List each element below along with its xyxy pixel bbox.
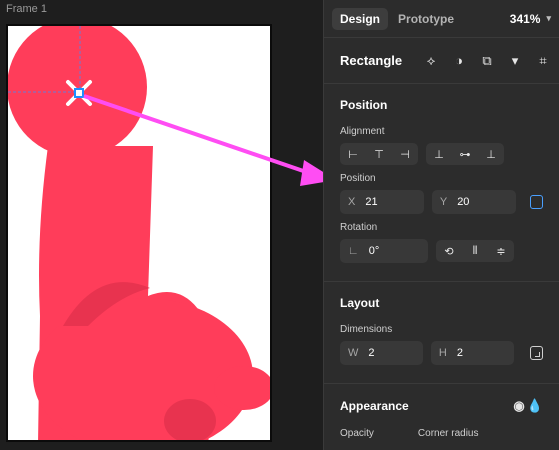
- tab-prototype[interactable]: Prototype: [390, 8, 462, 30]
- rotate-icon[interactable]: ⟲: [436, 240, 462, 262]
- layout-section: Layout Dimensions W 2 H 2: [324, 282, 559, 384]
- angle-icon: ∟: [348, 245, 359, 257]
- rotation-value: 0°: [368, 245, 380, 257]
- zoom-menu[interactable]: 341% ▾: [510, 12, 551, 26]
- frame-1[interactable]: [6, 24, 272, 442]
- component-icon[interactable]: ⟡: [423, 53, 439, 69]
- tail-shape: [214, 366, 270, 410]
- canvas[interactable]: Frame 1: [0, 0, 323, 450]
- layer-header: Rectangle ⟡ ◑ ⧉ ▾ ⌗: [324, 38, 559, 84]
- corner-radius-label: Corner radius: [417, 428, 479, 439]
- rotation-label: Rotation: [340, 222, 378, 233]
- mask-icon[interactable]: ◑: [451, 53, 467, 69]
- position-label: Position: [340, 173, 376, 184]
- rotation-row: ∟ 0° ⟲ ⫴ ≑: [340, 239, 543, 263]
- frame-label[interactable]: Frame 1: [6, 3, 47, 15]
- boolean-icon[interactable]: ⧉: [479, 53, 495, 69]
- w-value: 2: [368, 347, 375, 359]
- transform-group: ⟲ ⫴ ≑: [436, 240, 514, 262]
- y-field[interactable]: Y 20: [431, 190, 516, 214]
- alignment-row: ⊢ ⊤ ⊣ ⊥ ⊶ ⊥: [340, 143, 543, 165]
- tab-design[interactable]: Design: [332, 7, 389, 30]
- design-panel: Design Prototype 341% ▾ Rectangle ⟡ ◑ ⧉ …: [323, 0, 559, 450]
- resize-icon[interactable]: [529, 346, 543, 360]
- eye-icon[interactable]: ◉: [511, 398, 527, 414]
- x-field[interactable]: X 21: [340, 190, 424, 214]
- selected-rectangle: [74, 88, 84, 98]
- foot-shape: [164, 399, 216, 440]
- chevron-down-icon: ▾: [546, 13, 551, 23]
- x-label: X: [348, 196, 356, 208]
- chevron-down-icon[interactable]: ▾: [507, 53, 523, 69]
- position-row: X 21 Y 20: [340, 190, 543, 214]
- appearance-header: Appearance ◉ 💧: [340, 398, 543, 414]
- rotation-field[interactable]: ∟ 0°: [340, 239, 428, 263]
- appearance-section: Appearance ◉ 💧 Opacity Corner radius: [324, 384, 559, 450]
- drop-icon[interactable]: 💧: [527, 398, 543, 414]
- layer-tools: ⟡ ◑ ⧉ ▾ ⌗: [423, 53, 551, 69]
- panel-tabs: Design Prototype 341% ▾: [324, 0, 559, 38]
- appearance-labels-row: Opacity Corner radius: [340, 428, 543, 445]
- constraints-icon[interactable]: [529, 195, 543, 209]
- alignment-label: Alignment: [340, 126, 385, 137]
- flip-horizontal-icon[interactable]: ⫴: [462, 240, 488, 262]
- align-top-icon[interactable]: ⊥: [426, 143, 452, 165]
- width-field[interactable]: W 2: [340, 341, 423, 365]
- align-middle-v-icon[interactable]: ⊶: [452, 143, 478, 165]
- vertical-align-group: ⊥ ⊶ ⊥: [426, 143, 504, 165]
- h-label: H: [438, 347, 447, 359]
- horizontal-align-group: ⊢ ⊤ ⊣: [340, 143, 418, 165]
- align-right-icon[interactable]: ⊣: [392, 143, 418, 165]
- y-label: Y: [439, 196, 448, 208]
- w-label: W: [348, 347, 359, 359]
- position-title: Position: [340, 98, 388, 112]
- layer-name[interactable]: Rectangle: [340, 53, 402, 68]
- flip-vertical-icon[interactable]: ≑: [488, 240, 514, 262]
- height-field[interactable]: H 2: [430, 341, 514, 365]
- dimensions-label: Dimensions: [340, 324, 393, 335]
- dinosaur-illustration[interactable]: [8, 26, 272, 442]
- opacity-label: Opacity: [340, 428, 374, 439]
- y-value: 20: [457, 196, 470, 208]
- align-bottom-icon[interactable]: ⊥: [478, 143, 504, 165]
- x-value: 21: [365, 196, 378, 208]
- appearance-title: Appearance: [340, 399, 409, 413]
- align-center-h-icon[interactable]: ⊤: [366, 143, 392, 165]
- dimensions-row: W 2 H 2: [340, 341, 543, 365]
- align-left-icon[interactable]: ⊢: [340, 143, 366, 165]
- layout-title: Layout: [340, 296, 380, 310]
- position-section: Position Alignment ⊢ ⊤ ⊣ ⊥ ⊶ ⊥ Position …: [324, 84, 559, 282]
- frame-icon[interactable]: ⌗: [535, 53, 551, 69]
- zoom-value: 341%: [509, 11, 541, 26]
- h-value: 2: [456, 347, 463, 359]
